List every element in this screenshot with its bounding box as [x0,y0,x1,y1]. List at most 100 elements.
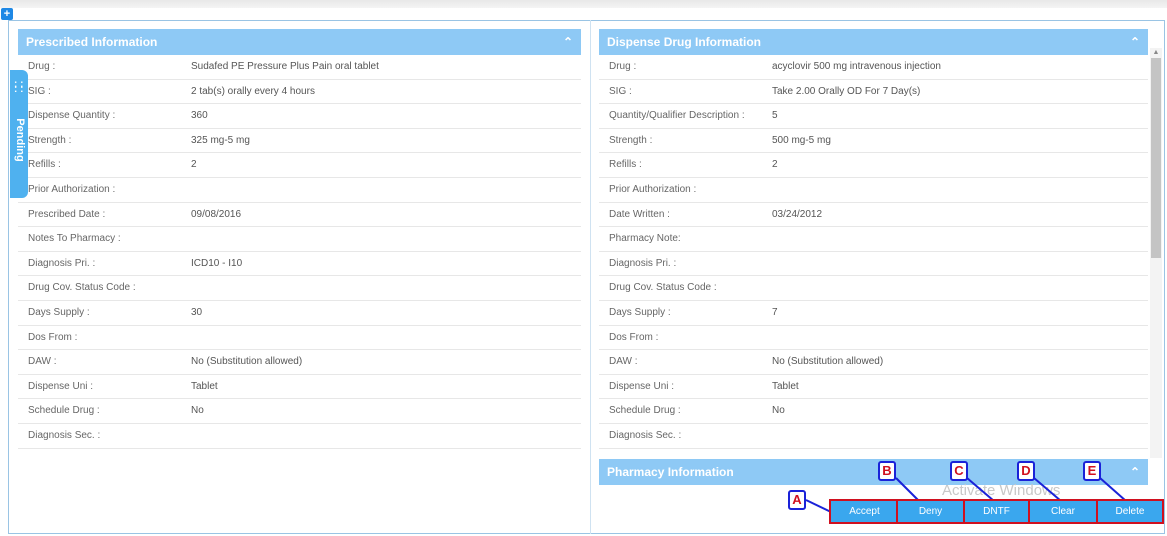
row-label: Diagnosis Pri. : [609,257,677,269]
table-row: Diagnosis Pri. : [599,252,1148,277]
table-row: Prior Authorization : [599,178,1148,203]
row-value: No [772,405,785,417]
table-row: Dos From : [18,326,581,351]
scroll-up-arrow-icon[interactable]: ▲ [1150,48,1162,58]
table-row: DAW : No (Substitution allowed) [18,350,581,375]
pending-side-tab[interactable]: : :: : Pending [10,70,28,198]
row-label: Dos From : [28,331,78,343]
drag-dots-icon: : :: : [14,79,24,95]
table-row: Prescribed Date : 09/08/2016 [18,203,581,228]
table-row: Diagnosis Pri. : ICD10 - I10 [18,252,581,277]
row-label: Pharmacy Note: [609,233,681,245]
row-value: 7 [772,306,778,318]
panel-divider [590,20,591,534]
marker-c: C [950,461,968,481]
row-label: Schedule Drug : [609,405,681,417]
table-row: Refills : 2 [599,153,1148,178]
row-value: 500 mg-5 mg [772,134,831,146]
row-label: DAW : [609,356,638,368]
row-label: Strength : [609,134,653,146]
row-value: 30 [191,306,203,318]
chevron-up-icon[interactable]: ⌃ [1130,29,1140,55]
clear-button[interactable]: Clear [1028,499,1098,524]
row-value: No (Substitution allowed) [191,356,303,368]
marker-e: E [1083,461,1101,481]
row-label: Quantity/Qualifier Description : [609,110,745,122]
row-value: 5 [772,110,778,122]
delete-button[interactable]: Delete [1096,499,1164,524]
row-label: Prescribed Date : [28,208,106,220]
row-value: Tablet [191,380,218,392]
row-value: 360 [191,110,208,122]
scroll-thumb[interactable] [1151,58,1161,258]
row-label: Date Written : [609,208,670,220]
row-label: SIG : [609,85,632,97]
table-row: Days Supply : 30 [18,301,581,326]
row-label: Prior Authorization : [28,183,116,195]
row-value: 03/24/2012 [772,208,823,220]
table-row: Schedule Drug : No [18,399,581,424]
table-row: Notes To Pharmacy : [18,227,581,252]
row-value: 09/08/2016 [191,208,242,220]
row-label: Diagnosis Sec. : [609,429,682,441]
marker-d: D [1017,461,1035,481]
row-value: Take 2.00 Orally OD For 7 Day(s) [772,85,921,97]
table-row: Date Written : 03/24/2012 [599,203,1148,228]
row-value: Tablet [772,380,799,392]
row-label: Drug : [609,61,637,72]
row-label: Drug Cov. Status Code : [609,282,717,294]
row-value: No [191,405,204,417]
table-row: Dispense Uni : Tablet [599,375,1148,400]
row-label: Diagnosis Sec. : [28,429,101,441]
row-label: DAW : [28,356,57,368]
row-value: 2 tab(s) orally every 4 hours [191,85,315,97]
prescribed-title: Prescribed Information [26,35,158,49]
table-row: Drug Cov. Status Code : [18,276,581,301]
pharmacy-header[interactable]: Pharmacy Information ⌃ [599,459,1148,485]
row-label: SIG : [28,85,51,97]
row-label: Drug : [28,61,56,72]
table-row: SIG : 2 tab(s) orally every 4 hours [18,80,581,105]
dispense-header[interactable]: Dispense Drug Information ⌃ [599,29,1148,55]
row-label: Diagnosis Pri. : [28,257,96,269]
table-row: Dos From : [599,326,1148,351]
chevron-up-icon[interactable]: ⌃ [1130,459,1140,485]
row-value: 2 [191,159,197,171]
table-row: Strength : 325 mg-5 mg [18,129,581,154]
table-row: Strength : 500 mg-5 mg [599,129,1148,154]
dntf-button[interactable]: DNTF [963,499,1030,524]
row-label: Dos From : [609,331,659,343]
plus-icon[interactable]: + [1,8,13,20]
row-label: Refills : [609,159,642,171]
marker-a: A [788,490,806,510]
row-value: No (Substitution allowed) [772,356,884,368]
pharmacy-title: Pharmacy Information [607,465,734,479]
table-row: Refills : 2 [18,153,581,178]
table-row: Dispense Uni : Tablet [18,375,581,400]
row-label: Schedule Drug : [28,405,100,417]
table-row: Prior Authorization : [18,178,581,203]
row-value: Sudafed PE Pressure Plus Pain oral table… [191,61,379,72]
marker-b: B [878,461,896,481]
scrollbar[interactable]: ▲ [1150,48,1162,458]
table-row: Diagnosis Sec. : [599,424,1148,449]
table-row: Schedule Drug : No [599,399,1148,424]
pending-tab-label: Pending [14,118,26,162]
row-label: Strength : [28,134,72,146]
window-top-bar [0,0,1167,8]
deny-button[interactable]: Deny [896,499,965,524]
accept-button[interactable]: Accept [829,499,900,524]
row-label: Days Supply : [609,306,671,318]
row-label: Dispense Quantity : [28,110,116,122]
row-label: Drug Cov. Status Code : [28,282,136,294]
table-row: Quantity/Qualifier Description : 5 [599,104,1148,129]
row-label: Refills : [28,159,61,171]
dispense-list: Drug : acyclovir 500 mg intravenous injec… [599,55,1148,449]
row-label: Dispense Uni : [609,380,675,392]
prescribed-header[interactable]: Prescribed Information ⌃ [18,29,581,55]
table-row: Days Supply : 7 [599,301,1148,326]
table-row: Dispense Quantity : 360 [18,104,581,129]
chevron-up-icon[interactable]: ⌃ [563,29,573,55]
table-row: SIG : Take 2.00 Orally OD For 7 Day(s) [599,80,1148,105]
activate-windows-watermark: Activate Windows [942,482,1061,499]
